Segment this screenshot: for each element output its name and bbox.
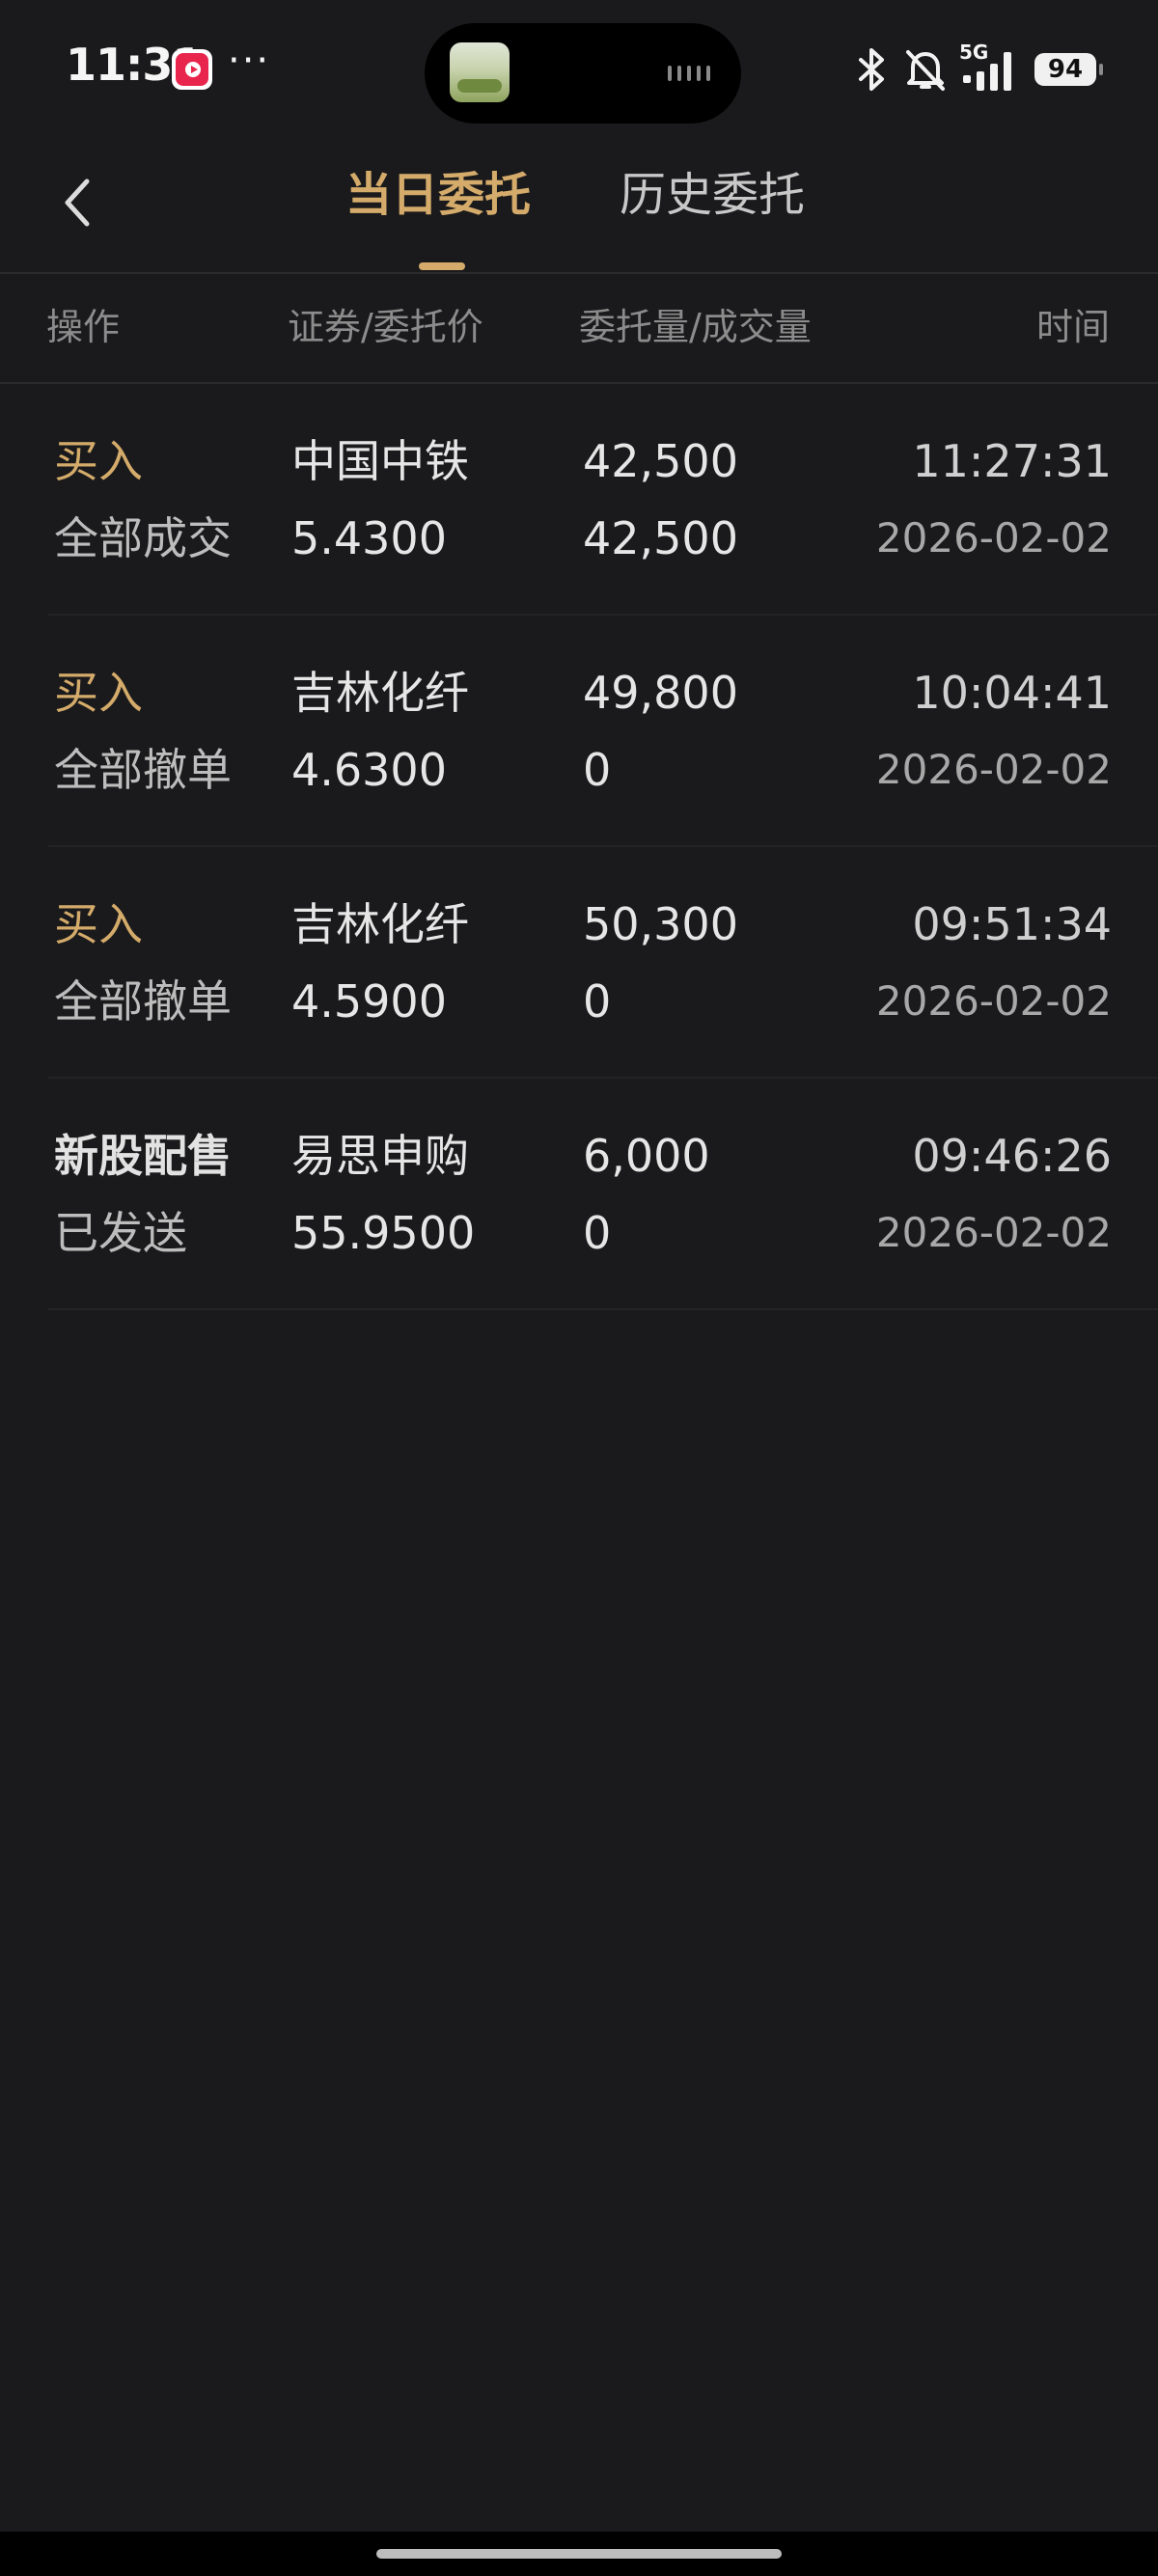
active-tab-indicator (419, 262, 465, 270)
column-header-quantity: 委托量/成交量 (579, 306, 812, 348)
order-time: 09:51:34 (912, 898, 1112, 950)
media-thumbnail (450, 42, 510, 102)
order-quantity: 50,300 (583, 898, 738, 950)
order-date: 2026-02-02 (875, 1209, 1112, 1256)
order-status: 已发送 (54, 1207, 187, 1259)
home-indicator-area (0, 2532, 1158, 2576)
order-action: 买入 (54, 898, 143, 950)
table-row[interactable]: 买入 全部成交 中国中铁 5.4300 42,500 42,500 11:27:… (0, 384, 1158, 616)
tab-history-orders[interactable]: 历史委托 (620, 164, 805, 226)
network-type-label: 5G (959, 41, 989, 64)
chevron-left-icon (65, 178, 90, 227)
bluetooth-icon (859, 48, 884, 91)
order-time: 10:04:41 (912, 667, 1112, 719)
filled-quantity: 0 (583, 1207, 612, 1259)
order-date: 2026-02-02 (875, 977, 1112, 1025)
security-name: 易思申购 (291, 1130, 469, 1182)
security-name: 吉林化纤 (291, 667, 469, 719)
music-app-icon (172, 49, 212, 90)
mute-icon (906, 50, 945, 91)
table-header: 操作 证券/委托价 委托量/成交量 时间 (0, 274, 1158, 384)
order-time: 11:27:31 (912, 435, 1112, 487)
table-row[interactable]: 买入 全部撤单 吉林化纤 4.5900 50,300 0 09:51:34 20… (0, 847, 1158, 1079)
security-name: 中国中铁 (291, 435, 469, 487)
order-quantity: 42,500 (583, 435, 738, 487)
filled-quantity: 0 (583, 975, 612, 1028)
order-price: 5.4300 (291, 512, 447, 564)
column-header-action: 操作 (46, 306, 121, 348)
signal-icon: 5G (959, 41, 1021, 93)
security-name: 吉林化纤 (291, 898, 469, 950)
battery-icon: 94 (1034, 53, 1103, 86)
order-price: 55.9500 (291, 1207, 476, 1259)
back-button[interactable] (39, 164, 116, 241)
order-price: 4.6300 (291, 744, 447, 796)
status-bar: 11:31 ··· 5G 94 (0, 0, 1158, 135)
table-row[interactable]: 买入 全部撤单 吉林化纤 4.6300 49,800 0 10:04:41 20… (0, 616, 1158, 847)
order-quantity: 6,000 (583, 1130, 710, 1182)
order-action: 买入 (54, 667, 143, 719)
order-price: 4.5900 (291, 975, 447, 1028)
order-list: 买入 全部成交 中国中铁 5.4300 42,500 42,500 11:27:… (0, 384, 1158, 1310)
table-row[interactable]: 新股配售 已发送 易思申购 55.9500 6,000 0 09:46:26 2… (0, 1079, 1158, 1310)
filled-quantity: 42,500 (583, 512, 738, 564)
order-status: 全部成交 (54, 512, 232, 564)
order-quantity: 49,800 (583, 667, 738, 719)
order-action: 新股配售 (54, 1130, 232, 1182)
order-date: 2026-02-02 (875, 514, 1112, 562)
tab-today-orders[interactable]: 当日委托 (345, 164, 531, 226)
column-header-security: 证券/委托价 (288, 306, 483, 348)
order-date: 2026-02-02 (875, 746, 1112, 793)
battery-level: 94 (1047, 55, 1084, 84)
nav-header: 当日委托 历史委托 (0, 135, 1158, 274)
order-time: 09:46:26 (912, 1130, 1112, 1182)
order-action: 买入 (54, 435, 143, 487)
column-header-time: 时间 (1035, 306, 1110, 348)
audio-wave-icon (668, 66, 710, 81)
status-icons: 5G 94 (855, 41, 1103, 96)
order-status: 全部撤单 (54, 975, 232, 1028)
order-status: 全部撤单 (54, 744, 232, 796)
status-more-indicator: ··· (228, 39, 271, 83)
home-indicator[interactable] (376, 2549, 782, 2559)
dynamic-island[interactable] (425, 23, 741, 123)
filled-quantity: 0 (583, 744, 612, 796)
